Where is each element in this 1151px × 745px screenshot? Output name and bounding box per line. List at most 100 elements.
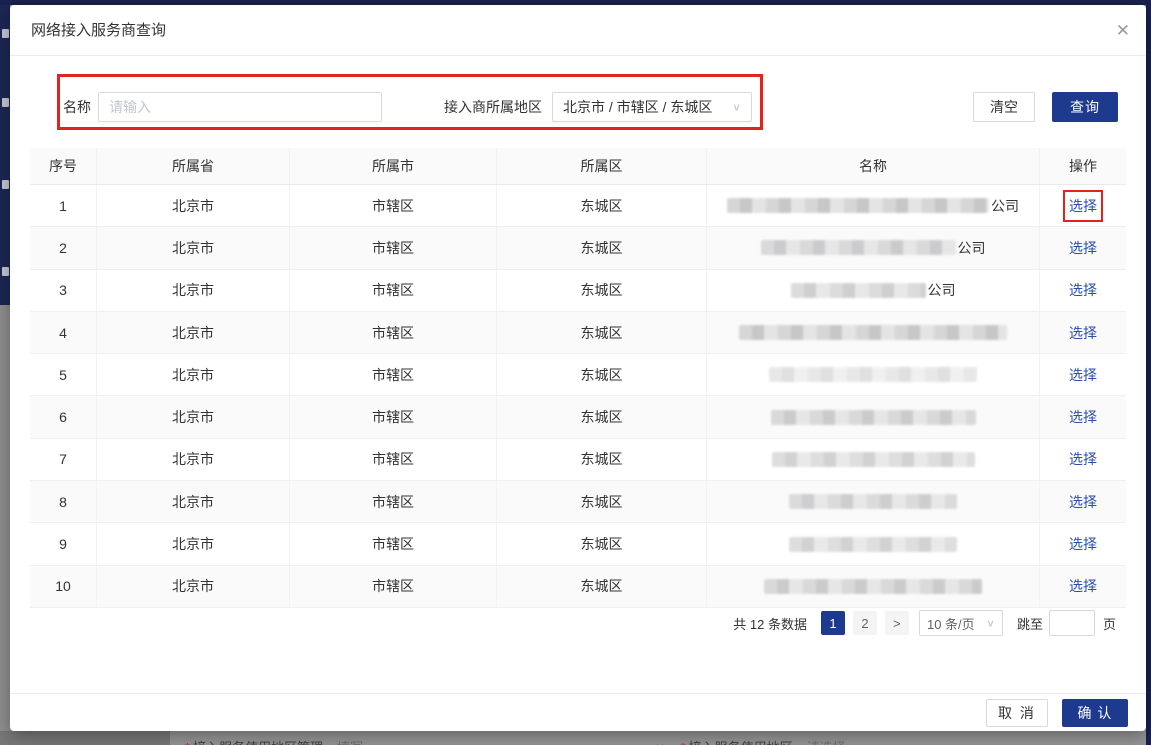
jump-page-input[interactable] bbox=[1049, 610, 1095, 636]
dialog-footer: 取 消 确 认 bbox=[10, 693, 1146, 731]
table-row: 8 北京市 市辖区 东城区 选择 bbox=[30, 481, 1126, 523]
background-field-label: 接入服务使用地区 bbox=[689, 740, 793, 745]
chevron-down-icon: ∨ bbox=[986, 617, 995, 629]
row-district-cell: 东城区 bbox=[497, 481, 707, 522]
page-button-1[interactable]: 1 bbox=[821, 611, 845, 635]
region-field-label: 接入商所属地区 bbox=[444, 97, 542, 117]
select-row-link[interactable]: 选择 bbox=[1069, 323, 1097, 343]
row-index-cell: 4 bbox=[30, 312, 97, 353]
cancel-button[interactable]: 取 消 bbox=[986, 699, 1048, 727]
redacted-name-bar bbox=[769, 367, 977, 382]
next-page-button[interactable]: > bbox=[885, 611, 909, 635]
table-header-row: 序号 所属省 所属市 所属区 名称 操作 bbox=[30, 148, 1126, 185]
sidebar-text-fragment bbox=[2, 180, 9, 189]
row-city-cell: 市辖区 bbox=[290, 227, 497, 268]
select-row-link[interactable]: 选择 bbox=[1069, 238, 1097, 258]
redacted-name-bar bbox=[771, 410, 976, 425]
table-row: 6 北京市 市辖区 东城区 选择 bbox=[30, 396, 1126, 438]
table-row: 9 北京市 市辖区 东城区 选择 bbox=[30, 523, 1126, 565]
row-province-cell: 北京市 bbox=[97, 566, 290, 607]
page-size-value: 10 条/页 bbox=[927, 614, 986, 633]
select-row-link[interactable]: 选择 bbox=[1069, 365, 1097, 385]
provider-query-dialog: 网络接入服务商查询 ✕ 名称 接入商所属地区 北京市 / 市辖区 / 东城区 ∨… bbox=[10, 5, 1146, 731]
column-header-name: 名称 bbox=[707, 148, 1040, 184]
select-row-link[interactable]: 选择 bbox=[1069, 449, 1097, 469]
name-field-label: 名称 bbox=[63, 97, 91, 117]
row-district-cell: 东城区 bbox=[497, 270, 707, 311]
row-action-cell: 选择 bbox=[1040, 523, 1126, 564]
row-action-cell: 选择 bbox=[1040, 354, 1126, 395]
row-province-cell: 北京市 bbox=[97, 270, 290, 311]
region-select[interactable]: 北京市 / 市辖区 / 东城区 ∨ bbox=[552, 92, 752, 122]
row-index-cell: 3 bbox=[30, 270, 97, 311]
row-action-cell: 选择 bbox=[1040, 227, 1126, 268]
row-city-cell: 市辖区 bbox=[290, 185, 497, 226]
select-row-link[interactable]: 选择 bbox=[1069, 196, 1097, 216]
select-row-link[interactable]: 选择 bbox=[1069, 280, 1097, 300]
row-city-cell: 市辖区 bbox=[290, 439, 497, 480]
row-name-cell bbox=[707, 439, 1040, 480]
name-input[interactable] bbox=[98, 92, 382, 122]
row-index-cell: 5 bbox=[30, 354, 97, 395]
select-row-link[interactable]: 选择 bbox=[1069, 534, 1097, 554]
row-province-cell: 北京市 bbox=[97, 185, 290, 226]
select-row-link[interactable]: 选择 bbox=[1069, 492, 1097, 512]
row-action-cell: 选择 bbox=[1040, 566, 1126, 607]
row-province-cell: 北京市 bbox=[97, 396, 290, 437]
close-icon[interactable]: ✕ bbox=[1116, 5, 1130, 56]
select-row-link[interactable]: 选择 bbox=[1069, 407, 1097, 427]
column-header-index: 序号 bbox=[30, 148, 97, 184]
redacted-name-bar bbox=[727, 198, 989, 213]
background-bottom-strip: *接入服务使用地区管理填写 ∨*接入服务使用地区请选择 bbox=[0, 731, 1146, 745]
sidebar-text-fragment bbox=[2, 267, 9, 276]
row-index-cell: 2 bbox=[30, 227, 97, 268]
background-panel-edge bbox=[0, 731, 170, 745]
select-row-link[interactable]: 选择 bbox=[1069, 576, 1097, 596]
row-province-cell: 北京市 bbox=[97, 523, 290, 564]
redacted-name-bar bbox=[739, 325, 1007, 340]
row-city-cell: 市辖区 bbox=[290, 396, 497, 437]
row-province-cell: 北京市 bbox=[97, 481, 290, 522]
background-sidebar bbox=[0, 5, 10, 305]
background-form-field-left: *接入服务使用地区管理填写 bbox=[185, 737, 363, 745]
company-name-suffix: 公司 bbox=[991, 196, 1019, 216]
row-district-cell: 东城区 bbox=[497, 523, 707, 564]
row-action-cell: 选择 bbox=[1040, 481, 1126, 522]
row-name-cell: 公司 bbox=[707, 270, 1040, 311]
row-action-cell: 选择 bbox=[1040, 396, 1126, 437]
required-asterisk: * bbox=[681, 740, 686, 745]
page-size-select[interactable]: 10 条/页 ∨ bbox=[919, 610, 1003, 636]
redacted-name-bar bbox=[789, 537, 957, 552]
row-action-cell: 选择 bbox=[1040, 312, 1126, 353]
table-row: 2 北京市 市辖区 东城区 公司 选择 bbox=[30, 227, 1126, 269]
row-name-cell bbox=[707, 396, 1040, 437]
row-index-cell: 9 bbox=[30, 523, 97, 564]
jump-to-label: 跳至 bbox=[1017, 614, 1043, 633]
pagination-bar: 共 12 条数据 1 2 > 10 条/页 ∨ 跳至 页 bbox=[733, 610, 1116, 636]
table-row: 3 北京市 市辖区 东城区 公司 选择 bbox=[30, 270, 1126, 312]
row-district-cell: 东城区 bbox=[497, 566, 707, 607]
redacted-name-bar bbox=[791, 283, 926, 298]
row-district-cell: 东城区 bbox=[497, 396, 707, 437]
table-row: 10 北京市 市辖区 东城区 选择 bbox=[30, 566, 1126, 608]
redacted-name-bar bbox=[761, 240, 956, 255]
sidebar-text-fragment bbox=[2, 98, 9, 107]
background-right-edge bbox=[1146, 0, 1151, 745]
query-button[interactable]: 查询 bbox=[1052, 92, 1118, 122]
table-row: 1 北京市 市辖区 东城区 公司 选择 bbox=[30, 185, 1126, 227]
confirm-button[interactable]: 确 认 bbox=[1062, 699, 1128, 727]
row-province-cell: 北京市 bbox=[97, 439, 290, 480]
clear-button[interactable]: 清空 bbox=[973, 92, 1035, 122]
row-city-cell: 市辖区 bbox=[290, 312, 497, 353]
chevron-down-icon: ∨ bbox=[732, 101, 741, 113]
row-action-cell: 选择 bbox=[1040, 185, 1126, 226]
row-action-cell: 选择 bbox=[1040, 439, 1126, 480]
table-row: 4 北京市 市辖区 东城区 选择 bbox=[30, 312, 1126, 354]
page-button-2[interactable]: 2 bbox=[853, 611, 877, 635]
table-body: 1 北京市 市辖区 东城区 公司 选择 2 北京市 市辖区 东城区 公司 选择 bbox=[30, 185, 1126, 608]
row-city-cell: 市辖区 bbox=[290, 566, 497, 607]
row-city-cell: 市辖区 bbox=[290, 270, 497, 311]
dialog-title: 网络接入服务商查询 bbox=[31, 5, 166, 56]
row-district-cell: 东城区 bbox=[497, 185, 707, 226]
total-count-text: 共 12 条数据 bbox=[733, 614, 807, 633]
